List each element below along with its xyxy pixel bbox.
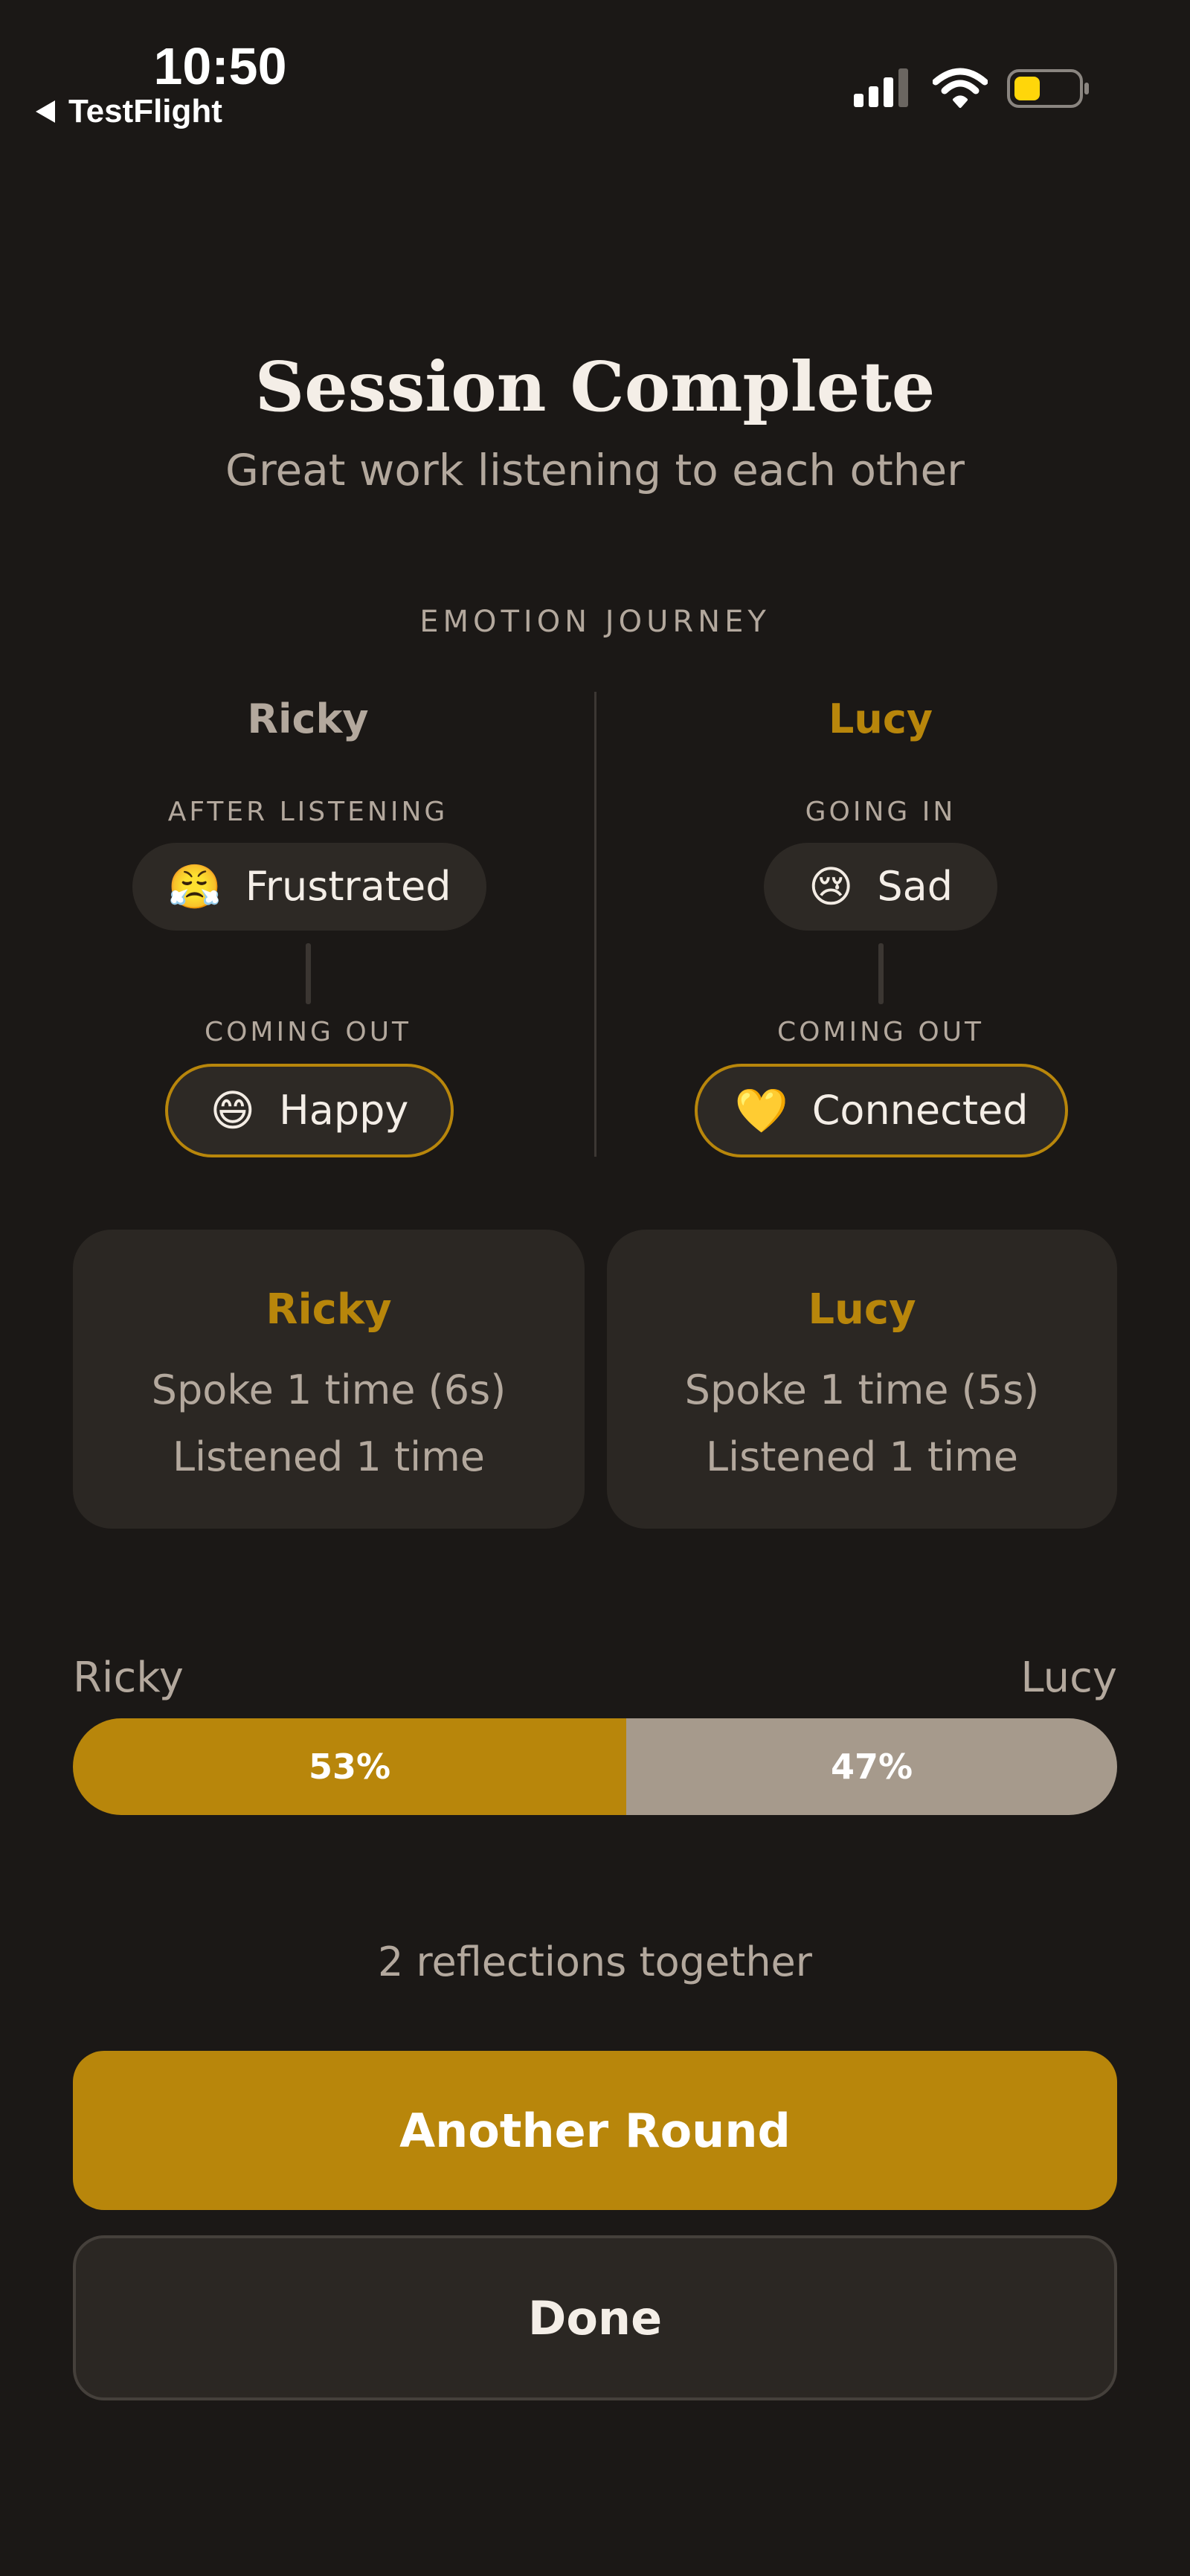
share-segment-ricky: 53% [73, 1718, 627, 1815]
stats-card-lucy: Lucy Spoke 1 time (5s) Listened 1 time [607, 1230, 1117, 1529]
share-label-left: Ricky [73, 1654, 184, 1702]
stage-label-going-in: GOING IN [805, 797, 956, 827]
done-button[interactable]: Done [73, 2235, 1117, 2400]
stats-card-name: Ricky [266, 1285, 392, 1334]
emotion-label: Frustrated [245, 863, 451, 910]
journey-name-ricky: Ricky [247, 696, 369, 742]
emotion-pill-happy: 😄 Happy [165, 1064, 454, 1157]
emotion-label: Happy [279, 1087, 409, 1134]
happy-face-icon: 😄 [210, 1085, 256, 1136]
journey-connector [306, 943, 311, 1004]
emotion-label: Sad [877, 863, 953, 910]
cellular-signal-icon [854, 68, 908, 107]
emotion-journey-heading: EMOTION JOURNEY [419, 605, 771, 639]
back-caret-icon [36, 100, 55, 123]
stats-listened: Listened 1 time [705, 1433, 1019, 1480]
stage-label-coming-out: COMING OUT [204, 1017, 412, 1047]
status-time: 10:50 [153, 37, 287, 95]
emotion-pill-connected: 💛 Connected [695, 1064, 1068, 1157]
journey-connector [878, 943, 884, 1004]
stage-label-coming-out: COMING OUT [776, 1017, 985, 1047]
yellow-heart-icon: 💛 [734, 1085, 788, 1136]
back-label: TestFlight [68, 93, 222, 129]
journey-divider [594, 692, 596, 1157]
talk-share-bar: 53% 47% [73, 1718, 1117, 1815]
stats-card-ricky: Ricky Spoke 1 time (6s) Listened 1 time [73, 1230, 585, 1529]
share-segment-lucy: 47% [626, 1718, 1117, 1815]
share-label-right: Lucy [1020, 1654, 1117, 1702]
reflections-count: 2 reflections together [378, 1939, 812, 1985]
stats-spoke: Spoke 1 time (6s) [151, 1366, 506, 1413]
crying-face-icon: 😢 [808, 861, 854, 912]
wifi-icon [933, 68, 988, 108]
stage-label-after-listening: AFTER LISTENING [167, 797, 448, 827]
stats-listened: Listened 1 time [172, 1433, 486, 1480]
page-subtitle: Great work listening to each other [225, 445, 965, 495]
emotion-pill-frustrated: 😤 Frustrated [132, 843, 486, 931]
another-round-button[interactable]: Another Round [73, 2051, 1117, 2210]
emotion-pill-sad: 😢 Sad [764, 843, 997, 931]
journey-name-lucy: Lucy [828, 696, 933, 742]
battery-icon [1007, 69, 1089, 108]
stats-card-name: Lucy [808, 1285, 916, 1334]
emotion-label: Connected [811, 1087, 1029, 1134]
page-title: Session Complete [254, 347, 936, 427]
back-to-testflight[interactable]: TestFlight [36, 91, 222, 132]
stats-spoke: Spoke 1 time (5s) [684, 1366, 1040, 1413]
frustrated-face-icon: 😤 [167, 861, 222, 912]
